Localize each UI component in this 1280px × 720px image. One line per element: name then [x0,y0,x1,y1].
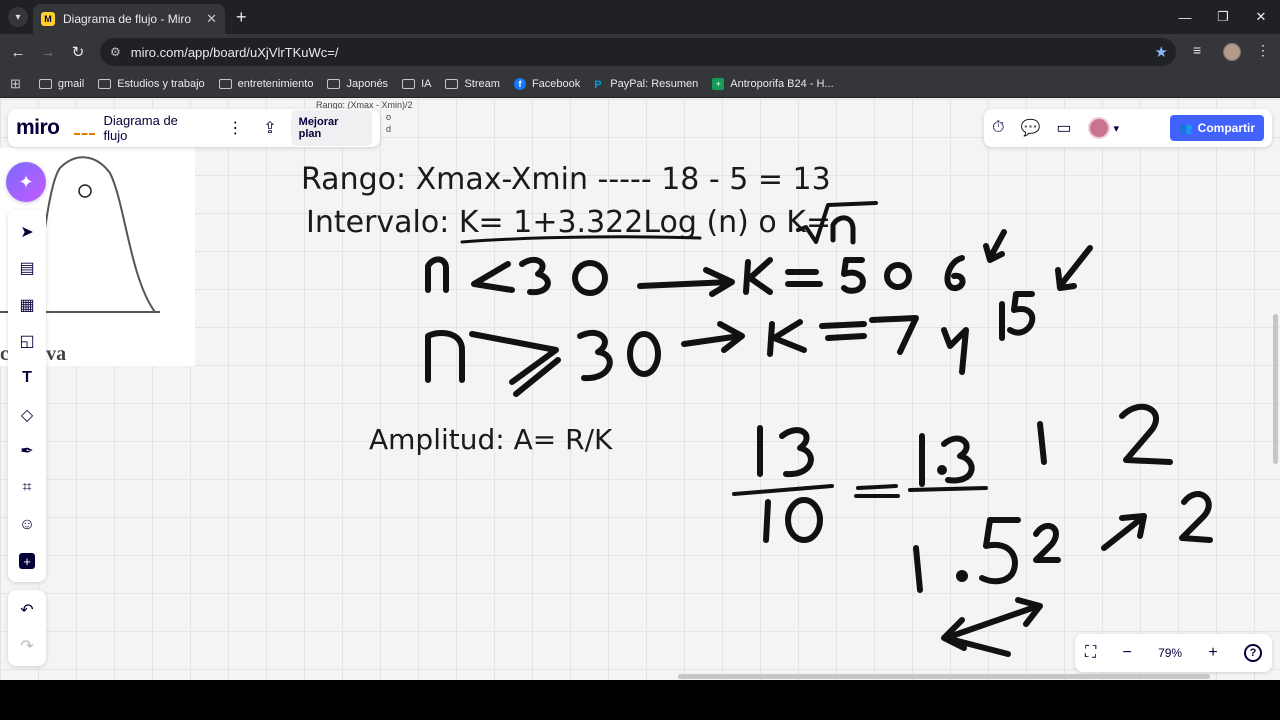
board-header: miro Diagrama de flujo ⋮ ⇪ Mejorar plan [8,109,380,147]
people-icon: 👥 [1178,122,1193,135]
help-icon[interactable]: ? [1243,644,1262,662]
share-label: Compartir [1197,121,1255,135]
pen-icon[interactable]: ✒ [8,433,46,469]
zoom-in-icon[interactable]: + [1208,644,1217,662]
reactions-icon[interactable]: ⏱ [992,119,1004,137]
zoom-out-icon[interactable]: − [1122,644,1131,662]
video-call-icon[interactable]: ▭ [1056,118,1071,138]
templates-icon[interactable]: ▤ [8,250,46,286]
screen: ▾ M Diagrama de flujo - Miro ✕ + — ❐ ✕ ←… [0,0,1280,720]
miro-logo[interactable]: miro [16,116,60,140]
text-tool-icon[interactable]: T [8,360,46,396]
more-tools-icon[interactable]: + [8,543,46,579]
zoom-controls: ⛶ − 79% + ? [1075,634,1272,672]
handwriting-layer [425,201,1213,657]
sticky-note-icon[interactable]: ◱ [8,323,46,359]
chat-icon[interactable]: 💬 [1020,118,1040,138]
zoom-level[interactable]: 79% [1158,646,1182,660]
board-name[interactable]: Diagrama de flujo [103,113,205,143]
plus-icon: + [19,553,35,569]
vertical-scrollbar[interactable] [1273,314,1278,464]
stickers-icon[interactable]: ☺ [8,507,46,543]
tool-palette: ➤ ▤ ▦ ◱ T ◇ ✒ ⌗ ☺ + [8,210,46,582]
shapes-icon[interactable]: ◇ [8,397,46,433]
share-button[interactable]: 👥 Compartir [1169,115,1264,141]
undo-redo-panel: ↶ ↷ [8,590,46,666]
upgrade-plan-button[interactable]: Mejorar plan [290,110,372,146]
screen-bottom-border [0,680,1280,720]
frame-icon[interactable]: ⌗ [8,470,46,506]
more-options-icon[interactable]: ⋮ [227,118,243,138]
undo-icon[interactable]: ↶ [8,592,46,628]
select-cursor-icon[interactable]: ➤ [8,214,46,250]
export-icon[interactable]: ⇪ [263,118,276,138]
horizontal-scrollbar[interactable] [678,674,1210,679]
user-avatar[interactable] [1087,117,1110,139]
redo-icon[interactable]: ↷ [8,628,46,664]
collaboration-bar: ⏱ 💬 ▭ ▾ 👥 Compartir [984,109,1272,147]
ai-sparkle-icon[interactable]: ✦ [6,162,46,202]
frames-layout-icon[interactable]: ▦ [8,287,46,323]
fit-to-screen-icon[interactable]: ⛶ [1085,644,1096,662]
chevron-down-icon[interactable]: ▾ [1114,122,1120,135]
flowchart-icon [73,121,96,135]
